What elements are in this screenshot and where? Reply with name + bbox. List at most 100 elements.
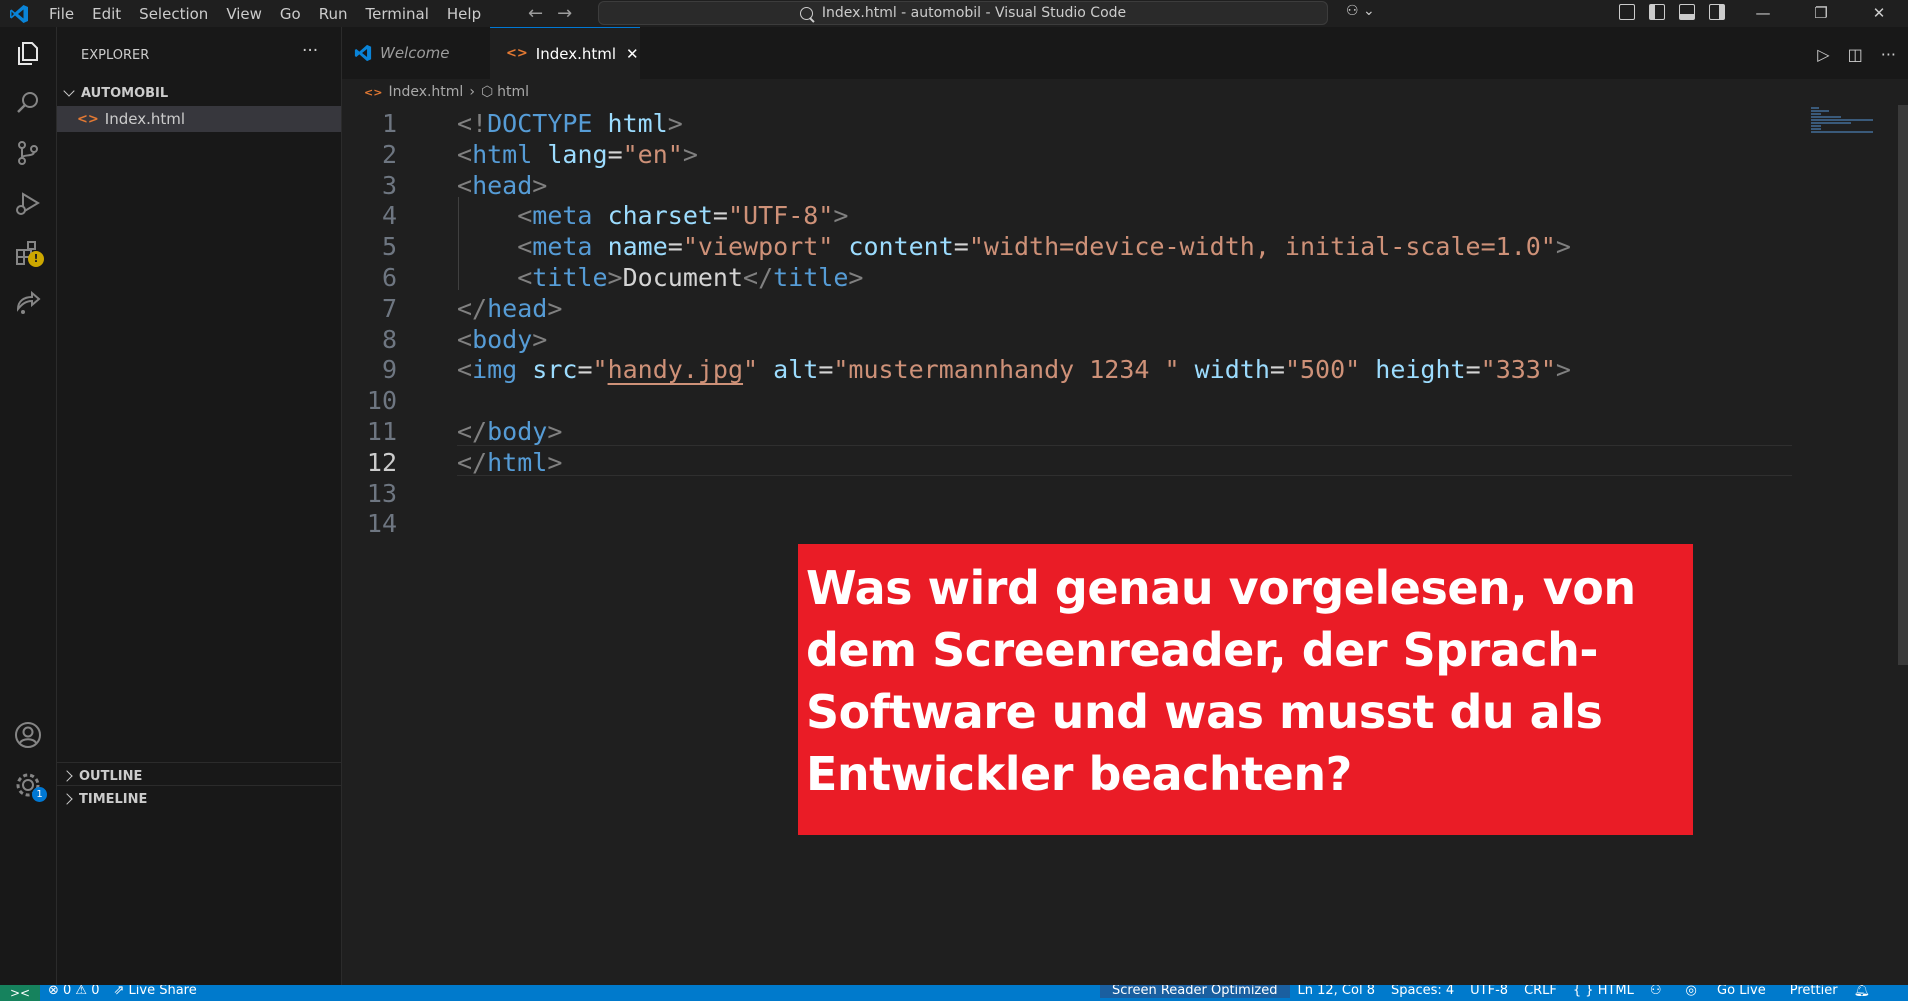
window-title: Index.html - automobil - Visual Studio C… [821, 5, 1127, 21]
live-share-icon [16, 290, 41, 314]
code-line[interactable]: 14 [342, 505, 1792, 543]
encoding-status[interactable]: UTF-8 [1462, 985, 1516, 998]
back-arrow-icon[interactable]: ← [528, 3, 543, 24]
search-activity[interactable] [12, 87, 44, 119]
run-icon[interactable]: ▷ [1817, 45, 1829, 64]
breadcrumb: <> Index.html › ⬡ html [342, 79, 1908, 105]
prettier-status[interactable]: Prettier [1782, 985, 1846, 998]
menu-help[interactable]: Help [438, 5, 490, 23]
code-token: = [1269, 355, 1285, 385]
run-debug-activity[interactable] [12, 187, 44, 219]
close-window-icon[interactable]: ✕ [1850, 0, 1908, 27]
menu-file[interactable]: File [40, 5, 83, 23]
menu-bar: File Edit Selection View Go Run Terminal… [40, 0, 490, 27]
restore-icon[interactable]: ❐ [1792, 0, 1850, 27]
search-icon [799, 6, 813, 20]
language-mode[interactable]: { } HTML [1565, 985, 1642, 998]
menu-edit[interactable]: Edit [83, 5, 130, 23]
folder-automobil[interactable]: AUTOMOBIL [57, 82, 341, 104]
source-control-activity[interactable] [12, 137, 44, 169]
line-number: 14 [366, 509, 397, 539]
toggle-primary-sidebar-icon[interactable] [1649, 4, 1665, 20]
menu-terminal[interactable]: Terminal [357, 5, 438, 23]
code-token: src [532, 355, 578, 385]
code-token: = [953, 232, 969, 262]
source-control-icon [18, 141, 38, 165]
update-badge: 1 [32, 787, 47, 802]
code-token: "UTF-8" [727, 201, 834, 231]
code-token: DOCTYPE [487, 109, 593, 138]
menu-view[interactable]: View [217, 5, 271, 23]
files-icon [18, 42, 38, 65]
code-token: < [517, 201, 533, 231]
tab-index-html[interactable]: <> Index.html ✕ [490, 27, 640, 79]
code-token: </ [743, 263, 774, 292]
html-file-icon: <> [364, 85, 383, 99]
notifications-bell-icon[interactable]: 🔔︎ [1846, 985, 1879, 998]
eol-status[interactable]: CRLF [1516, 985, 1565, 998]
remote-indicator[interactable]: >< [0, 985, 40, 1001]
forward-arrow-icon[interactable]: → [557, 3, 572, 24]
code-token: img [472, 355, 518, 385]
live-share-activity[interactable] [12, 287, 44, 319]
chevron-right-icon: › [469, 84, 475, 100]
problems-status[interactable]: ⊗ 0 ⚠ 0 [48, 985, 100, 998]
more-actions-icon[interactable]: ··· [1881, 45, 1896, 64]
status-bar: >< ⊗ 0 ⚠ 0 ⇗ Live Share Screen Reader Op… [0, 985, 1908, 1001]
tab-welcome-label: Welcome [380, 44, 450, 62]
code-token: > [547, 447, 563, 477]
code-link[interactable]: handy.jpg [608, 355, 743, 384]
vertical-scrollbar[interactable] [1898, 105, 1908, 665]
chevron-down-icon [63, 85, 75, 97]
window-controls: — ❐ ✕ [1734, 0, 1908, 27]
accounts-activity[interactable] [12, 719, 44, 751]
toggle-panel-icon[interactable] [1679, 4, 1695, 20]
file-index-html[interactable]: <> Index.html [57, 106, 341, 132]
menu-go[interactable]: Go [271, 5, 310, 23]
timeline-section[interactable]: TIMELINE [57, 785, 341, 812]
more-actions-icon[interactable]: ··· [302, 41, 318, 61]
code-token: height [1375, 355, 1466, 385]
code-token: html [607, 109, 668, 138]
menu-run[interactable]: Run [310, 5, 357, 23]
code-token: = [577, 355, 593, 385]
html-file-icon: <> [506, 46, 528, 61]
status-left: ⊗ 0 ⚠ 0 ⇗ Live Share [48, 985, 197, 998]
copilot-icon[interactable]: ⚇ ⌄ [1346, 3, 1375, 19]
code-token: > [607, 263, 623, 292]
live-share-status[interactable]: ⇗ Live Share [114, 985, 197, 998]
split-editor-icon[interactable]: ◫ [1848, 45, 1863, 64]
code-token: "en" [622, 139, 683, 169]
breadcrumb-file[interactable]: Index.html [388, 84, 463, 100]
live-share-icon: ⇗ [113, 985, 129, 998]
outline-label: OUTLINE [79, 768, 143, 784]
go-live-status[interactable]: ◎ Go Live [1670, 985, 1782, 998]
minimap[interactable] [1811, 107, 1881, 147]
customize-layout-icon[interactable] [1619, 4, 1635, 20]
toggle-secondary-sidebar-icon[interactable] [1709, 4, 1725, 20]
extensions-activity[interactable]: ! [12, 237, 44, 269]
copilot-status-icon[interactable]: ⚇ [1642, 985, 1670, 998]
folder-label: AUTOMOBIL [81, 85, 169, 101]
manage-activity[interactable]: 1 [12, 769, 47, 802]
breadcrumb-symbol[interactable]: html [497, 84, 529, 100]
close-tab-icon[interactable]: ✕ [626, 45, 639, 63]
code-token: "mustermannhandy 1234 " [833, 355, 1180, 385]
explorer-activity[interactable] [12, 37, 44, 69]
code-token: < [457, 355, 473, 385]
screen-reader-status[interactable]: Screen Reader Optimized [1100, 985, 1290, 998]
cursor-position[interactable]: Ln 12, Col 8 [1290, 985, 1383, 998]
menu-selection[interactable]: Selection [130, 5, 217, 23]
indentation-status[interactable]: Spaces: 4 [1383, 985, 1462, 998]
command-center[interactable]: Index.html - automobil - Visual Studio C… [598, 1, 1328, 25]
code-token: = [712, 201, 728, 231]
minimize-icon[interactable]: — [1734, 0, 1792, 27]
tab-welcome[interactable]: Welcome [342, 27, 491, 79]
